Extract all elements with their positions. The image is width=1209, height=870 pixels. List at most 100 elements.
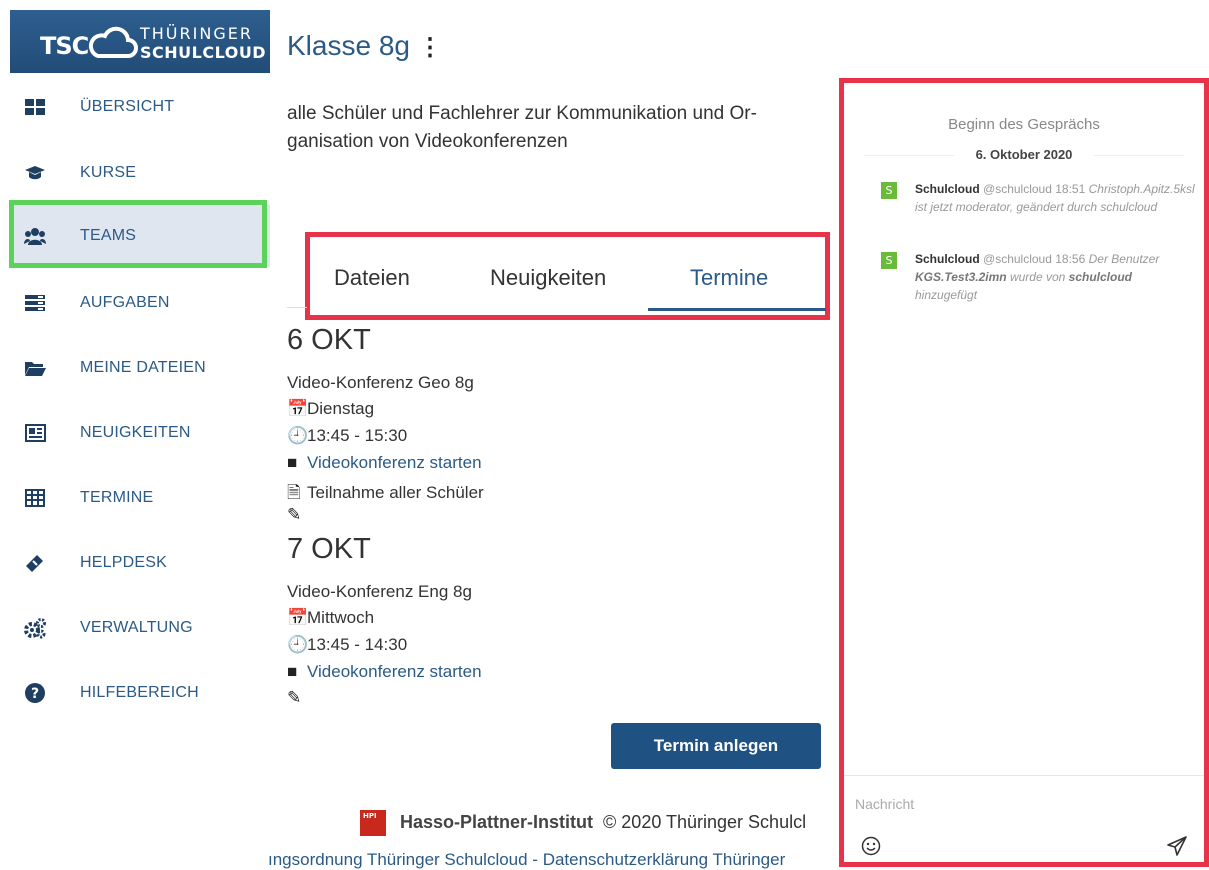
sender-name[interactable]: Schulcloud <box>915 252 980 266</box>
more-options-icon[interactable]: ⋮ <box>418 34 442 61</box>
event-time: 13:45 - 14:30 <box>307 635 408 654</box>
mentioned-user: schulcloud <box>1068 270 1132 284</box>
tab-dateien[interactable]: Dateien <box>334 265 410 291</box>
logo-short: TSC <box>40 32 89 60</box>
tasks-icon <box>25 295 45 311</box>
event-time-row: 🕘13:45 - 14:30 <box>287 635 407 655</box>
edit-icon: ✎ <box>287 688 302 707</box>
tab-bar: Dateien Neuigkeiten Termine <box>305 232 830 320</box>
hpi-logo[interactable]: HPI <box>360 810 386 836</box>
clock-icon: 🕘 <box>287 635 309 654</box>
sender-name[interactable]: Schulcloud <box>915 182 980 196</box>
sidebar-item-neuigkeiten[interactable]: NEUIGKEITEN <box>10 402 270 464</box>
message-body: Schulcloud @schulcloud 18:51 Christoph.A… <box>915 180 1195 216</box>
message-body: Schulcloud @schulcloud 18:56 Der Benutze… <box>915 250 1195 304</box>
active-tab-indicator <box>648 308 826 311</box>
video-conference-link[interactable]: ■ Videokonferenz starten <box>287 453 482 473</box>
divider <box>1094 155 1184 156</box>
ticket-icon <box>26 555 43 572</box>
tab-termine[interactable]: Termine <box>690 265 768 291</box>
cloud-icon <box>88 26 138 58</box>
edit-icon: ✎ <box>287 505 302 524</box>
event-title: Video-Konferenz Geo 8g <box>287 373 474 392</box>
event-day: 6 OKT <box>287 324 371 356</box>
chat-start-label: Beginn des Gesprächs <box>948 116 1100 133</box>
dashboard-icon <box>25 99 45 115</box>
sidebar-item-label: HELPDESK <box>80 554 167 571</box>
page-title: Klasse 8g ⋮ <box>287 30 442 62</box>
emoji-icon[interactable] <box>861 836 881 856</box>
tab-neuigkeiten[interactable]: Neuigkeiten <box>490 265 606 291</box>
question-circle-icon: ? <box>25 683 45 703</box>
copyright: © 2020 Thüringer Schulcl <box>603 811 807 832</box>
description-line: ganisation von Videokonferenzen <box>287 131 568 152</box>
event-title: Video-Konferenz Eng 8g <box>287 582 472 601</box>
avatar[interactable]: S <box>881 182 897 199</box>
sidebar: TSC THÜRINGER SCHULCLOUD ÜBERSICHT KURSE… <box>0 0 270 870</box>
svg-text:?: ? <box>31 686 39 702</box>
description-line: alle Schüler und Fachlehrer zur Kommunik… <box>287 103 757 124</box>
sidebar-item-meine-dateien[interactable]: MEINE DATEIEN <box>10 337 270 399</box>
clock-icon: 🕘 <box>287 426 309 445</box>
message-time: 18:56 <box>1055 252 1086 266</box>
logo-line1: THÜRINGER <box>140 24 253 43</box>
chat-panel: Beginn des Gesprächs 6. Oktober 2020 S S… <box>839 78 1209 870</box>
sidebar-item-label: NEUIGKEITEN <box>80 424 191 441</box>
sidebar-item-hilfebereich[interactable]: ? HILFEBEREICH <box>10 662 270 724</box>
newspaper-icon <box>25 424 46 442</box>
hpi-label[interactable]: Hasso-Plattner-Institut <box>400 812 593 832</box>
video-conference-label: Videokonferenz starten <box>307 662 482 681</box>
sidebar-item-verwaltung[interactable]: VERWALTUNG <box>10 597 270 659</box>
sidebar-item-label: ÜBERSICHT <box>80 98 175 115</box>
sidebar-item-label: TERMINE <box>80 489 154 506</box>
folder-open-icon <box>25 362 46 376</box>
event-note: Teilnahme aller Schüler <box>307 483 484 502</box>
message-input[interactable]: Nachricht <box>855 796 914 812</box>
logo-line2: SCHULCLOUD <box>140 43 267 62</box>
message-text-part: Der Benutzer <box>1088 252 1160 266</box>
video-conference-label: Videokonferenz starten <box>307 453 482 472</box>
calendar-icon: 📅 <box>287 608 309 627</box>
add-event-button[interactable]: Termin anlegen <box>611 723 821 769</box>
page-title-text: Klasse 8g <box>287 30 410 61</box>
video-conference-link[interactable]: ■ Videokonferenz starten <box>287 662 482 682</box>
sidebar-item-label: VERWALTUNG <box>80 619 193 636</box>
divider <box>839 775 1209 776</box>
sidebar-item-aufgaben[interactable]: AUFGABEN <box>10 272 270 334</box>
sidebar-item-kurse[interactable]: KURSE <box>10 142 270 204</box>
tsc-logo[interactable]: TSC THÜRINGER SCHULCLOUD <box>10 10 270 73</box>
avatar[interactable]: S <box>881 252 897 269</box>
event-weekday-row: 📅Mittwoch <box>287 608 374 628</box>
video-camera-icon: ■ <box>287 453 298 472</box>
footer: HPI Hasso-Plattner-Institut © 2020 Thüring… <box>360 810 806 836</box>
sidebar-item-uebersicht[interactable]: ÜBERSICHT <box>10 76 270 138</box>
sender-handle: @schulcloud <box>983 182 1052 196</box>
mentioned-user: KGS.Test3.2imn <box>915 270 1007 284</box>
event-time: 13:45 - 15:30 <box>307 426 408 445</box>
event-day: 7 OKT <box>287 533 371 565</box>
cogs-icon <box>24 618 46 639</box>
sidebar-item-helpdesk[interactable]: HELPDESK <box>10 532 270 594</box>
sidebar-item-label: KURSE <box>80 164 137 181</box>
message-text-part: wurde von <box>1009 270 1066 284</box>
message-time: 18:51 <box>1055 182 1086 196</box>
event-weekday-row: 📅Dienstag <box>287 399 374 419</box>
sender-handle: @schulcloud <box>983 252 1052 266</box>
event-weekday: Mittwoch <box>307 608 375 627</box>
table-icon <box>25 489 45 507</box>
sidebar-item-termine[interactable]: TERMINE <box>10 467 270 529</box>
event-note-row: 🗎 Teilnahme aller Schüler <box>287 480 484 509</box>
calendar-icon: 📅 <box>287 399 309 418</box>
highlight-teams <box>9 200 267 268</box>
send-icon[interactable] <box>1166 835 1188 857</box>
footer-links[interactable]: ıngsordnung Thüringer Schulcloud - Daten… <box>268 850 785 870</box>
message-text-part: hinzugefügt <box>915 288 978 302</box>
team-description: alle Schüler und Fachlehrer zur Kommunik… <box>287 100 817 156</box>
event-time-row: 🕘13:45 - 15:30 <box>287 426 407 446</box>
video-camera-icon: ■ <box>287 662 298 681</box>
event-weekday: Dienstag <box>307 399 375 418</box>
edit-event-button[interactable]: ✎ <box>287 505 307 525</box>
edit-event-button[interactable]: ✎ <box>287 688 307 708</box>
sidebar-item-label: HILFEBEREICH <box>80 684 199 701</box>
sidebar-item-label: AUFGABEN <box>80 294 170 311</box>
